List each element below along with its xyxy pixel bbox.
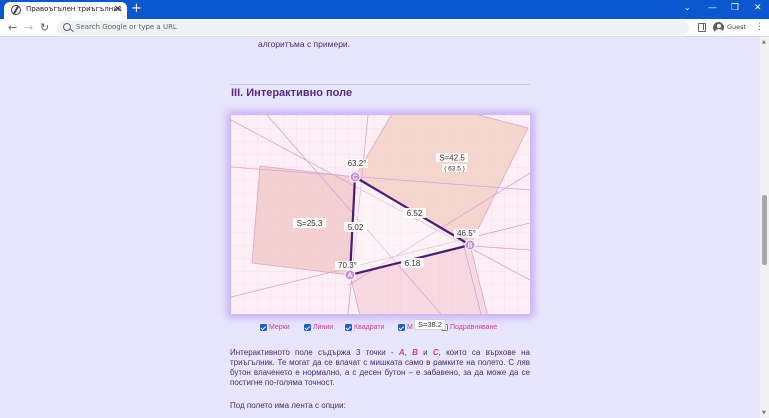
angle-b-label: 46.5° bbox=[457, 229, 476, 238]
new-tab-button[interactable]: + bbox=[131, 2, 142, 16]
lines-checkbox[interactable] bbox=[304, 324, 311, 331]
window-close-button[interactable]: ✕ bbox=[754, 2, 762, 14]
side-a-label: 6.52 bbox=[407, 209, 423, 218]
option-lines[interactable]: Линии bbox=[304, 324, 333, 331]
point-label-b: B bbox=[467, 243, 472, 250]
para-text-start: Интерактивното поле съдържа 3 точки - bbox=[230, 348, 399, 357]
options-intro-paragraph: Под полето има лента с опции: bbox=[230, 401, 346, 410]
back-button[interactable]: ← bbox=[8, 21, 17, 35]
intro-text-tail: алгоритъма с примери. bbox=[258, 39, 351, 49]
option-m[interactable]: М bbox=[398, 324, 413, 331]
description-paragraph: Интерактивното поле съдържа 3 точки - A,… bbox=[230, 348, 530, 388]
section-divider bbox=[230, 84, 530, 85]
area-square-b-label: S=25.3 bbox=[297, 219, 323, 228]
scroll-thumb[interactable] bbox=[762, 195, 767, 265]
globe-icon bbox=[11, 5, 21, 15]
option-label: Квадрати bbox=[354, 324, 385, 331]
squares-checkbox[interactable] bbox=[345, 324, 352, 331]
angle-a-label: 70.3° bbox=[338, 261, 357, 270]
angle-c-label: 63.2° bbox=[348, 159, 367, 168]
browser-menu-icon[interactable]: ⋮ bbox=[755, 21, 764, 33]
option-squares[interactable]: Квадрати bbox=[345, 324, 384, 331]
section-title: III. Интерактивно поле bbox=[231, 87, 353, 99]
interactive-field[interactable]: A C B 63.2° S=42.5 ( 63.5 ) S=25.3 5.02 … bbox=[231, 115, 530, 314]
point-label-a: A bbox=[347, 273, 352, 280]
browser-toolbar: ← → ↻ Search Google or type a URL Guest … bbox=[0, 19, 769, 37]
area-square-a-label: S=42.5 bbox=[439, 154, 465, 163]
area-square-a-sub: ( 63.5 ) bbox=[444, 166, 465, 173]
option-label: М bbox=[407, 324, 413, 331]
m-checkbox[interactable] bbox=[398, 324, 405, 331]
close-tab-icon[interactable]: ✕ bbox=[114, 3, 122, 17]
area-tooltip: S=38.2 bbox=[414, 319, 446, 330]
tab-search-icon[interactable]: ⌄ bbox=[684, 2, 691, 14]
measures-checkbox[interactable] bbox=[260, 324, 267, 331]
para-and: и bbox=[417, 348, 433, 357]
search-icon bbox=[63, 23, 71, 31]
address-bar[interactable]: Search Google or type a URL bbox=[57, 21, 689, 35]
page-viewport: алгоритъма с примери. III. Интерактивно … bbox=[0, 37, 760, 418]
forward-button[interactable]: → bbox=[24, 21, 33, 35]
scroll-up-icon[interactable]: ▲ bbox=[762, 39, 766, 45]
point-label-c: C bbox=[352, 175, 357, 182]
para-sep: , bbox=[404, 348, 413, 357]
profile-label[interactable]: Guest bbox=[727, 23, 746, 31]
maximize-button[interactable]: ❐ bbox=[731, 2, 739, 14]
side-b-label: 5.02 bbox=[348, 223, 364, 232]
reload-button[interactable]: ↻ bbox=[40, 21, 49, 35]
option-label: Подравняване bbox=[450, 324, 498, 331]
tab-title: Правоъгълен триъгълник bbox=[26, 5, 123, 13]
option-measures[interactable]: Мерки bbox=[260, 324, 290, 331]
profile-avatar-icon[interactable] bbox=[713, 22, 724, 33]
option-label: Линии bbox=[313, 324, 334, 331]
side-c-label: 6.18 bbox=[405, 259, 421, 268]
option-label: Мерки bbox=[269, 324, 290, 331]
browser-tab[interactable]: Правоъгълен триъгълник ✕ bbox=[4, 2, 127, 19]
page-scrollbar[interactable]: ▲ ▼ bbox=[760, 37, 769, 418]
option-alignment[interactable]: Подравняване bbox=[441, 324, 497, 331]
scroll-down-icon[interactable]: ▼ bbox=[762, 410, 766, 416]
minimize-button[interactable]: — bbox=[708, 2, 717, 14]
geometry-canvas[interactable]: A C B 63.2° S=42.5 ( 63.5 ) S=25.3 5.02 … bbox=[231, 115, 530, 314]
address-bar-placeholder: Search Google or type a URL bbox=[76, 23, 177, 31]
side-panel-icon[interactable] bbox=[698, 23, 706, 32]
tab-strip: Правоъгълен триъгълник ✕ + ⌄ — ❐ ✕ bbox=[0, 0, 769, 19]
